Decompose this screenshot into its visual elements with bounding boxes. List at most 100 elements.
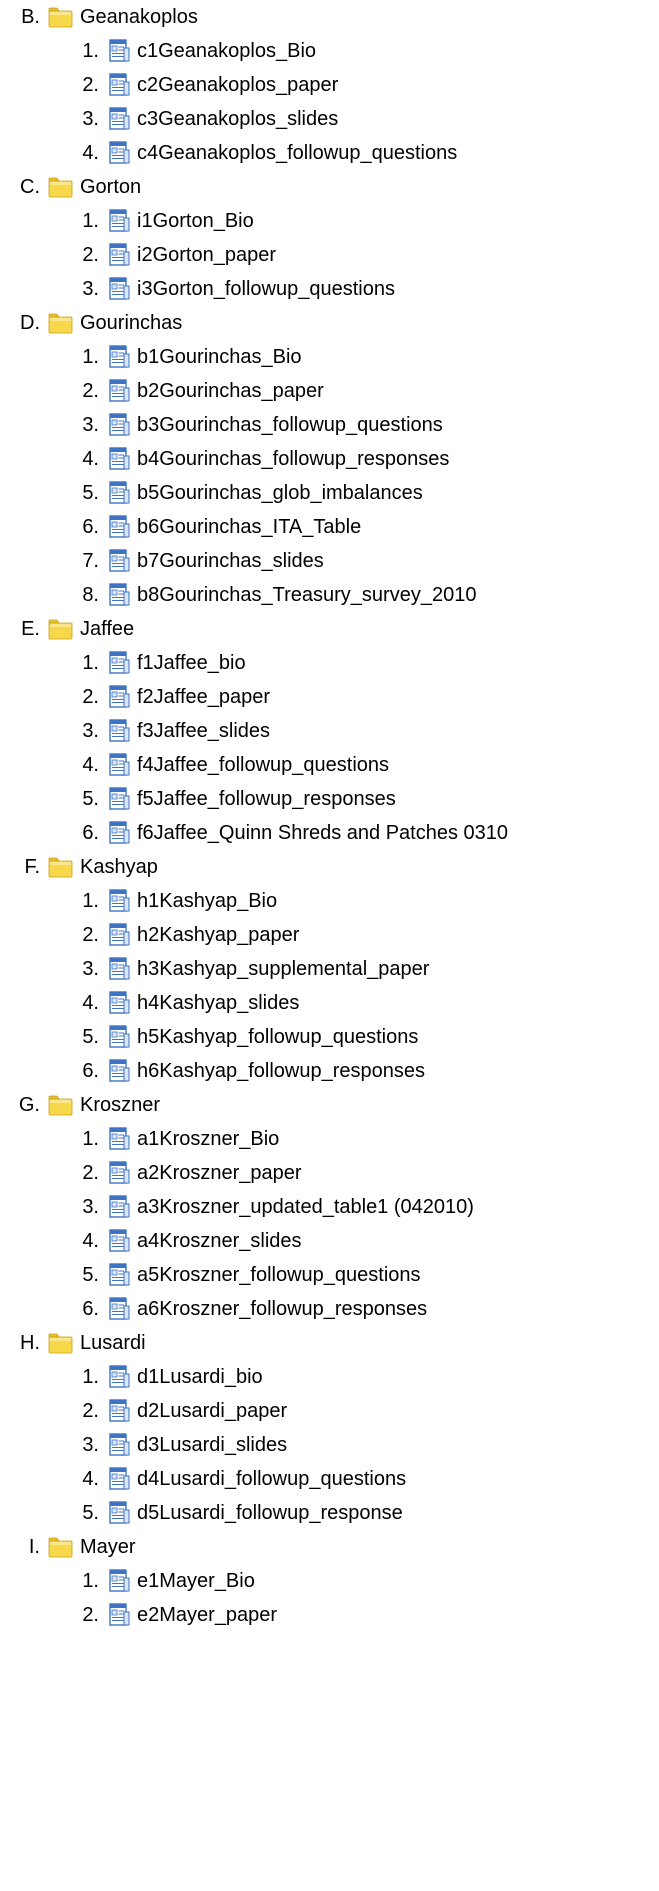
- file-item[interactable]: 2. h2Kashyap_paper: [0, 918, 659, 952]
- folder-label[interactable]: Kroszner: [80, 1094, 160, 1117]
- folder-label[interactable]: Geanakoplos: [80, 6, 198, 29]
- file-link[interactable]: h2Kashyap_paper: [137, 924, 299, 947]
- file-link[interactable]: d5Lusardi_followup_response: [137, 1502, 403, 1525]
- file-link[interactable]: h5Kashyap_followup_questions: [137, 1026, 418, 1049]
- folder-item[interactable]: B. Geanakoplos: [0, 0, 659, 34]
- file-link[interactable]: b5Gourinchas_glob_imbalances: [137, 482, 423, 505]
- file-item[interactable]: 1. b1Gourinchas_Bio: [0, 340, 659, 374]
- file-item[interactable]: 4. b4Gourinchas_followup_responses: [0, 442, 659, 476]
- file-link[interactable]: h3Kashyap_supplemental_paper: [137, 958, 429, 981]
- file-item[interactable]: 5. a5Kroszner_followup_questions: [0, 1258, 659, 1292]
- file-link[interactable]: c3Geanakoplos_slides: [137, 108, 338, 131]
- file-link[interactable]: f1Jaffee_bio: [137, 652, 246, 675]
- file-item[interactable]: 3. a3Kroszner_updated_table1 (042010): [0, 1190, 659, 1224]
- file-item[interactable]: 3. f3Jaffee_slides: [0, 714, 659, 748]
- folder-label[interactable]: Gorton: [80, 176, 141, 199]
- file-link[interactable]: c2Geanakoplos_paper: [137, 74, 338, 97]
- file-item[interactable]: 4. f4Jaffee_followup_questions: [0, 748, 659, 782]
- file-item[interactable]: 6. f6Jaffee_Quinn Shreds and Patches 0310: [0, 816, 659, 850]
- folder-label[interactable]: Lusardi: [80, 1332, 146, 1355]
- file-link[interactable]: i2Gorton_paper: [137, 244, 276, 267]
- file-link[interactable]: d1Lusardi_bio: [137, 1366, 263, 1389]
- folder-item[interactable]: I. Mayer: [0, 1530, 659, 1564]
- file-link[interactable]: e1Mayer_Bio: [137, 1570, 255, 1593]
- file-item[interactable]: 3. i3Gorton_followup_questions: [0, 272, 659, 306]
- file-item[interactable]: 1. c1Geanakoplos_Bio: [0, 34, 659, 68]
- file-link[interactable]: e2Mayer_paper: [137, 1604, 277, 1627]
- file-item[interactable]: 5. b5Gourinchas_glob_imbalances: [0, 476, 659, 510]
- file-item[interactable]: 2. f2Jaffee_paper: [0, 680, 659, 714]
- folder-item[interactable]: D. Gourinchas: [0, 306, 659, 340]
- file-item[interactable]: 2. d2Lusardi_paper: [0, 1394, 659, 1428]
- file-link[interactable]: h1Kashyap_Bio: [137, 890, 277, 913]
- file-item[interactable]: 4. a4Kroszner_slides: [0, 1224, 659, 1258]
- file-item[interactable]: 1. d1Lusardi_bio: [0, 1360, 659, 1394]
- file-link[interactable]: b6Gourinchas_ITA_Table: [137, 516, 361, 539]
- file-item[interactable]: 3. c3Geanakoplos_slides: [0, 102, 659, 136]
- file-item[interactable]: 5. d5Lusardi_followup_response: [0, 1496, 659, 1530]
- file-link[interactable]: f2Jaffee_paper: [137, 686, 270, 709]
- file-item[interactable]: 7. b7Gourinchas_slides: [0, 544, 659, 578]
- file-link[interactable]: c4Geanakoplos_followup_questions: [137, 142, 457, 165]
- folder-item[interactable]: C. Gorton: [0, 170, 659, 204]
- file-link[interactable]: f3Jaffee_slides: [137, 720, 270, 743]
- file-item[interactable]: 2. a2Kroszner_paper: [0, 1156, 659, 1190]
- file-link[interactable]: c1Geanakoplos_Bio: [137, 40, 316, 63]
- file-item[interactable]: 4. h4Kashyap_slides: [0, 986, 659, 1020]
- folder-icon: [48, 177, 73, 198]
- document-icon: [107, 515, 131, 539]
- file-link[interactable]: b1Gourinchas_Bio: [137, 346, 302, 369]
- folder-icon: [48, 857, 73, 878]
- file-item[interactable]: 1. h1Kashyap_Bio: [0, 884, 659, 918]
- file-item[interactable]: 2. c2Geanakoplos_paper: [0, 68, 659, 102]
- file-item[interactable]: 1. i1Gorton_Bio: [0, 204, 659, 238]
- file-item[interactable]: 2. i2Gorton_paper: [0, 238, 659, 272]
- folder-item[interactable]: G. Kroszner: [0, 1088, 659, 1122]
- folder-item[interactable]: F. Kashyap: [0, 850, 659, 884]
- folder-label[interactable]: Gourinchas: [80, 312, 182, 335]
- file-link[interactable]: b2Gourinchas_paper: [137, 380, 324, 403]
- file-link[interactable]: f5Jaffee_followup_responses: [137, 788, 396, 811]
- file-link[interactable]: b3Gourinchas_followup_questions: [137, 414, 443, 437]
- folder-item[interactable]: E. Jaffee: [0, 612, 659, 646]
- file-link[interactable]: b8Gourinchas_Treasury_survey_2010: [137, 584, 476, 607]
- file-item[interactable]: 2. b2Gourinchas_paper: [0, 374, 659, 408]
- file-item[interactable]: 4. d4Lusardi_followup_questions: [0, 1462, 659, 1496]
- file-item[interactable]: 1. e1Mayer_Bio: [0, 1564, 659, 1598]
- file-item[interactable]: 6. h6Kashyap_followup_responses: [0, 1054, 659, 1088]
- file-item[interactable]: 3. h3Kashyap_supplemental_paper: [0, 952, 659, 986]
- file-link[interactable]: a4Kroszner_slides: [137, 1230, 302, 1253]
- file-link[interactable]: f4Jaffee_followup_questions: [137, 754, 389, 777]
- file-link[interactable]: a6Kroszner_followup_responses: [137, 1298, 427, 1321]
- folder-label[interactable]: Mayer: [80, 1536, 136, 1559]
- file-link[interactable]: a3Kroszner_updated_table1 (042010): [137, 1196, 474, 1219]
- file-item[interactable]: 8. b8Gourinchas_Treasury_survey_2010: [0, 578, 659, 612]
- file-link[interactable]: i3Gorton_followup_questions: [137, 278, 395, 301]
- file-item[interactable]: 5. h5Kashyap_followup_questions: [0, 1020, 659, 1054]
- folder-item[interactable]: H. Lusardi: [0, 1326, 659, 1360]
- file-item[interactable]: 6. b6Gourinchas_ITA_Table: [0, 510, 659, 544]
- file-link[interactable]: d3Lusardi_slides: [137, 1434, 287, 1457]
- file-item[interactable]: 3. d3Lusardi_slides: [0, 1428, 659, 1462]
- file-link[interactable]: b7Gourinchas_slides: [137, 550, 324, 573]
- file-index: 4.: [82, 141, 99, 164]
- file-item[interactable]: 6. a6Kroszner_followup_responses: [0, 1292, 659, 1326]
- file-link[interactable]: h4Kashyap_slides: [137, 992, 299, 1015]
- file-item[interactable]: 4. c4Geanakoplos_followup_questions: [0, 136, 659, 170]
- file-link[interactable]: a2Kroszner_paper: [137, 1162, 302, 1185]
- file-link[interactable]: h6Kashyap_followup_responses: [137, 1060, 425, 1083]
- folder-label[interactable]: Jaffee: [80, 618, 134, 641]
- file-item[interactable]: 3. b3Gourinchas_followup_questions: [0, 408, 659, 442]
- folder-label[interactable]: Kashyap: [80, 856, 158, 879]
- file-item[interactable]: 1. f1Jaffee_bio: [0, 646, 659, 680]
- file-item[interactable]: 2. e2Mayer_paper: [0, 1598, 659, 1632]
- file-link[interactable]: a1Kroszner_Bio: [137, 1128, 279, 1151]
- file-link[interactable]: f6Jaffee_Quinn Shreds and Patches 0310: [137, 822, 508, 845]
- file-link[interactable]: b4Gourinchas_followup_responses: [137, 448, 449, 471]
- file-link[interactable]: d4Lusardi_followup_questions: [137, 1468, 406, 1491]
- file-link[interactable]: i1Gorton_Bio: [137, 210, 254, 233]
- file-link[interactable]: a5Kroszner_followup_questions: [137, 1264, 421, 1287]
- file-item[interactable]: 5. f5Jaffee_followup_responses: [0, 782, 659, 816]
- file-link[interactable]: d2Lusardi_paper: [137, 1400, 287, 1423]
- file-item[interactable]: 1. a1Kroszner_Bio: [0, 1122, 659, 1156]
